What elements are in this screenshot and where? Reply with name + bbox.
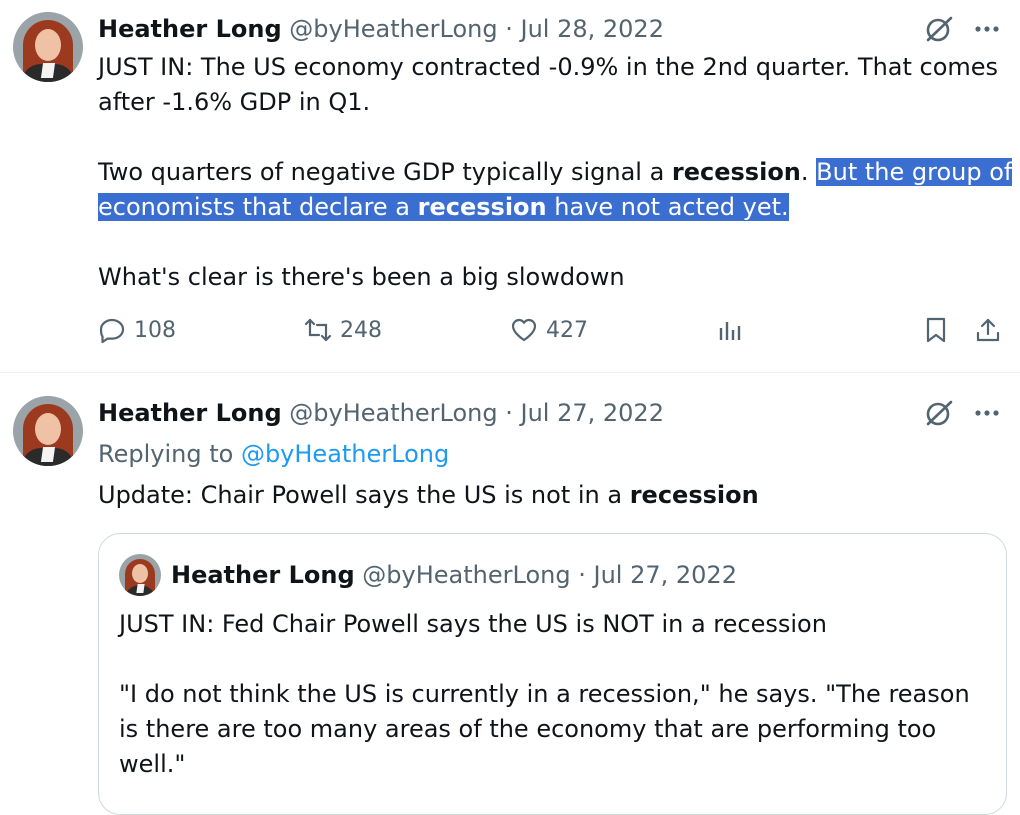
separator: · [505, 15, 513, 43]
separator: · [578, 561, 586, 589]
grok-icon[interactable] [924, 398, 954, 428]
tweet[interactable]: Heather Long @byHeatherLong · Jul 28, 20… [0, 0, 1020, 373]
quoted-tweet[interactable]: Heather Long @byHeatherLong · Jul 27, 20… [98, 533, 1007, 815]
author-name[interactable]: Heather Long [98, 15, 282, 43]
quoted-author-handle: @byHeatherLong [362, 561, 571, 589]
tweet-header: Heather Long @byHeatherLong · Jul 28, 20… [98, 14, 664, 44]
replying-to: Replying to @byHeatherLong [98, 440, 450, 468]
tweet-paragraph: "I do not think the US is currently in a… [119, 680, 970, 778]
share-icon [976, 318, 1000, 342]
bookmark-button[interactable] [922, 316, 950, 344]
like-icon [511, 318, 537, 342]
tweet-paragraph: JUST IN: The US economy contracted -0.9%… [98, 53, 999, 116]
analytics-icon [719, 322, 741, 340]
more-icon[interactable] [972, 398, 1002, 428]
quoted-tweet-date: Jul 27, 2022 [593, 561, 737, 589]
reply-button[interactable]: 108 [98, 316, 176, 344]
quoted-author-name: Heather Long [171, 561, 355, 589]
tweet-paragraph: JUST IN: Fed Chair Powell says the US is… [119, 610, 827, 638]
grok-icon[interactable] [924, 14, 954, 44]
reply-icon [99, 318, 125, 344]
tweet-text: Update: Chair Powell says the US is not … [98, 478, 1013, 513]
more-icon[interactable] [972, 14, 1002, 44]
author-handle[interactable]: @byHeatherLong [289, 399, 497, 427]
tweet-date[interactable]: Jul 28, 2022 [521, 15, 664, 43]
author-avatar[interactable] [13, 12, 83, 82]
quoted-author-avatar [119, 554, 161, 596]
tweet-top-actions [924, 14, 1002, 44]
reply-count: 108 [134, 317, 176, 343]
separator: · [505, 399, 513, 427]
tweet-header: Heather Long @byHeatherLong · Jul 27, 20… [98, 398, 664, 428]
tweet-top-actions [924, 398, 1002, 428]
like-count: 427 [546, 317, 588, 343]
retweet-button[interactable]: 248 [304, 316, 382, 344]
analytics-button[interactable] [716, 316, 744, 344]
author-name[interactable]: Heather Long [98, 399, 282, 427]
author-handle[interactable]: @byHeatherLong [289, 15, 497, 43]
retweet-icon [304, 318, 332, 342]
replying-to-handle[interactable]: @byHeatherLong [241, 440, 449, 468]
quoted-tweet-text: JUST IN: Fed Chair Powell says the US is… [119, 607, 989, 814]
tweet-paragraph: Two quarters of negative GDP typically s… [98, 158, 1013, 221]
retweet-count: 248 [340, 317, 382, 343]
share-button[interactable] [974, 316, 1002, 344]
tweet-actions: 108 248 427 [98, 316, 1008, 352]
tweet-paragraph: Update: Chair Powell says the US is not … [98, 481, 759, 509]
tweet-paragraph: What's clear is there's been a big slowd… [98, 263, 625, 291]
like-button[interactable]: 427 [510, 316, 588, 344]
bookmark-icon [926, 317, 946, 343]
tweet-date[interactable]: Jul 27, 2022 [521, 399, 664, 427]
author-avatar[interactable] [13, 396, 83, 466]
tweet-text: JUST IN: The US economy contracted -0.9%… [98, 50, 1013, 295]
quoted-tweet-header: Heather Long @byHeatherLong · Jul 27, 20… [171, 560, 737, 590]
